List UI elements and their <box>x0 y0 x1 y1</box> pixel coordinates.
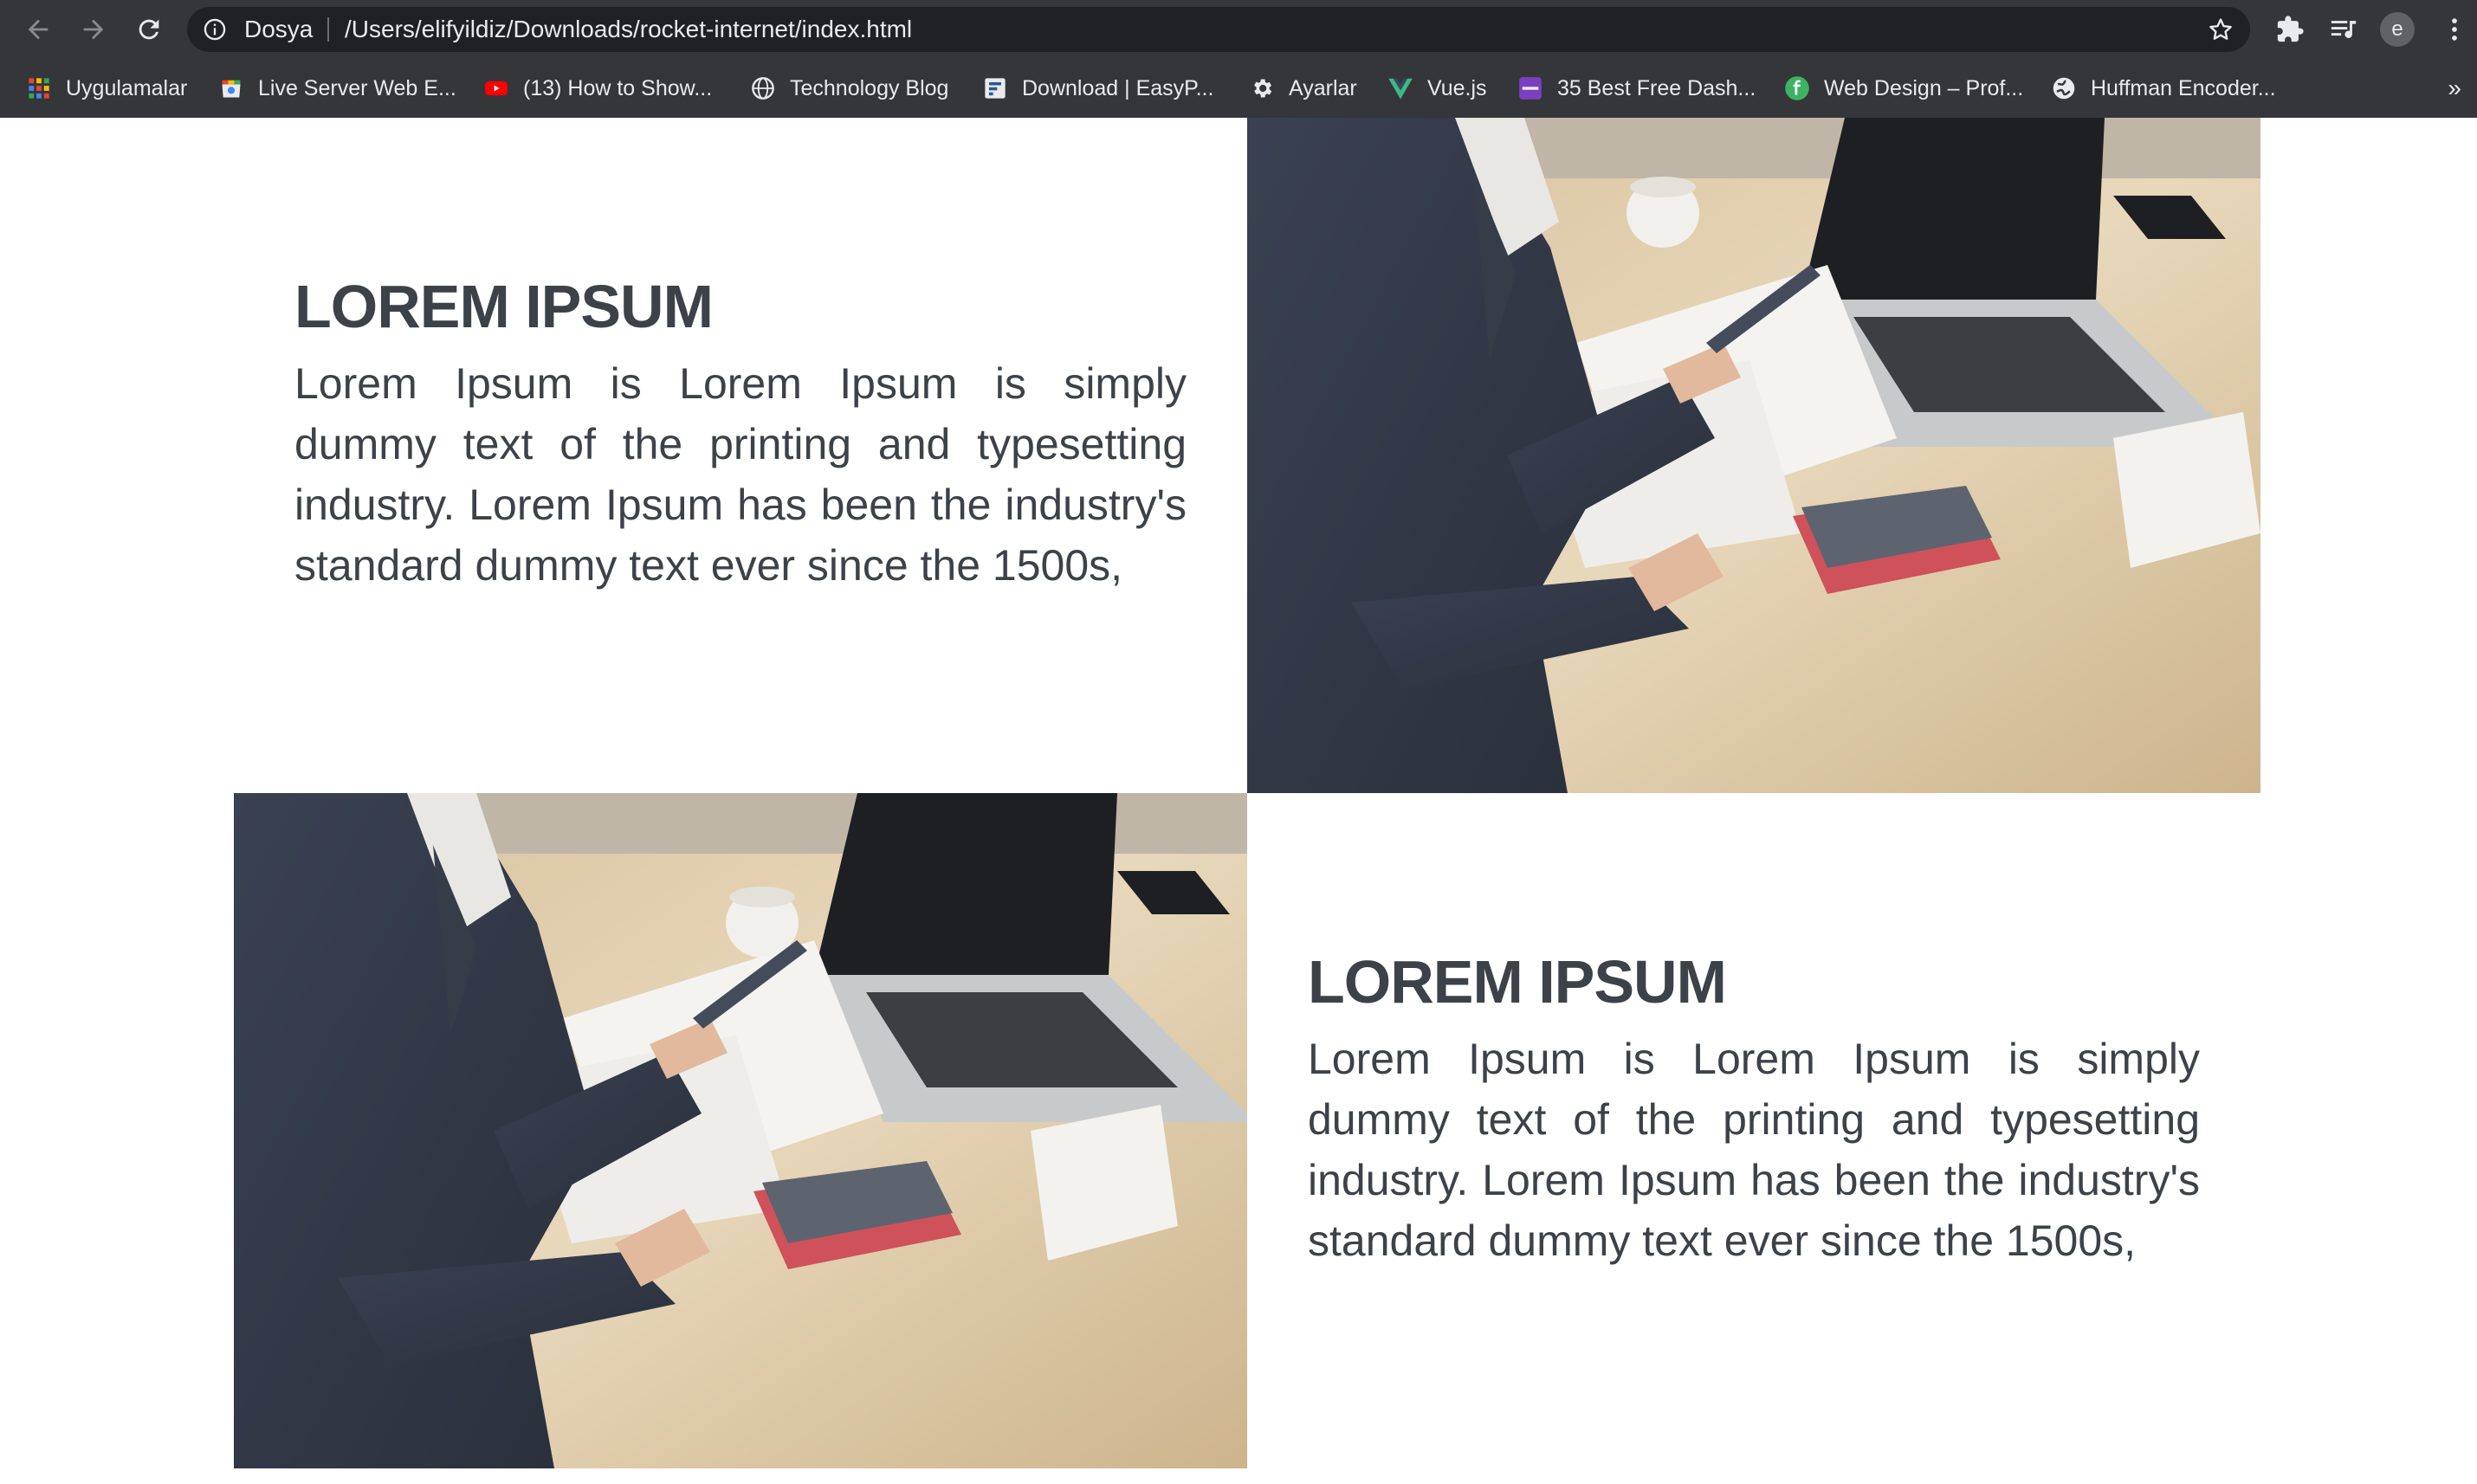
browser-chrome: Dosya /Users/elifyildiz/Downloads/rocket… <box>0 0 2477 118</box>
bookmark-label: Vue.js <box>1427 75 1487 100</box>
bookmark-settings[interactable]: Ayarlar <box>1249 59 1357 118</box>
vue-icon <box>1387 75 1413 101</box>
reload-icon <box>139 19 159 40</box>
bookmark-web-design[interactable]: Web Design – Prof... <box>1784 59 2023 118</box>
page-content: LOREM IPSUM Lorem Ipsum is Lorem Ipsum i… <box>0 118 2477 1484</box>
globe-icon <box>2051 75 2077 101</box>
menu-button[interactable] <box>2437 12 2472 47</box>
browser-toolbar: Dosya /Users/elifyildiz/Downloads/rocket… <box>0 0 2477 59</box>
url-separator <box>327 17 329 42</box>
store-icon <box>218 75 244 101</box>
section-heading: LOREM IPSUM <box>1308 948 1727 1016</box>
section-paragraph: Lorem Ipsum is Lorem Ipsum is simply dum… <box>1308 1035 2200 1265</box>
forward-icon <box>83 19 104 40</box>
menu-icon <box>2452 18 2457 41</box>
url-scheme-label: Dosya <box>244 16 314 42</box>
media-icon <box>2331 21 2357 38</box>
bookmark-label: Ayarlar <box>1289 75 1357 100</box>
apps-grid-icon <box>26 75 52 101</box>
bookmark-youtube[interactable]: (13) How to Show... <box>483 59 712 118</box>
bookmark-label: Uygulamalar <box>66 75 188 100</box>
bookmark-label: Download | EasyP... <box>1022 75 1214 100</box>
star-icon[interactable] <box>2207 16 2234 43</box>
bookmark-apps[interactable]: Uygulamalar <box>26 59 187 118</box>
bookmark-label: Huffman Encoder... <box>2091 75 2276 100</box>
url-text[interactable]: /Users/elifyildiz/Downloads/rocket-inter… <box>345 7 912 52</box>
section-paragraph: Lorem Ipsum is Lorem Ipsum is simply dum… <box>294 359 1187 590</box>
office-desk-photo <box>234 793 1247 1468</box>
bookmark-huffman[interactable]: Huffman Encoder... <box>2051 59 2276 118</box>
bookmark-label: Live Server Web E... <box>258 75 456 100</box>
bookmark-label: 35 Best Free Dash... <box>1557 75 1756 100</box>
forward-button[interactable] <box>73 9 114 50</box>
media-button[interactable] <box>2326 12 2361 47</box>
bookmarks-bar: Uygulamalar Live Server Web E... (13) Ho… <box>0 59 2477 118</box>
bookmark-label: (13) How to Show... <box>523 75 713 100</box>
globe-icon <box>750 75 776 101</box>
back-icon <box>28 19 49 40</box>
profile-avatar[interactable]: e <box>2380 12 2415 47</box>
bookmark-technology-blog[interactable]: Technology Blog <box>750 59 948 118</box>
section-2-text: LOREM IPSUM Lorem Ipsum is Lorem Ipsum i… <box>1308 947 2200 1271</box>
section-heading: LOREM IPSUM <box>294 273 714 340</box>
bookmark-dashboards[interactable]: 35 Best Free Dash... <box>1517 59 1756 118</box>
bookmark-label: Web Design – Prof... <box>1824 75 2024 100</box>
section-1-text: LOREM IPSUM Lorem Ipsum is Lorem Ipsum i… <box>294 272 1187 596</box>
colorlib-icon <box>1517 75 1543 101</box>
reload-button[interactable] <box>128 9 170 50</box>
extensions-button[interactable] <box>2273 12 2307 47</box>
bookmark-vue[interactable]: Vue.js <box>1387 59 1487 118</box>
bookmark-easyp[interactable]: Download | EasyP... <box>982 59 1213 118</box>
bookmark-live-server[interactable]: Live Server Web E... <box>218 59 456 118</box>
youtube-icon <box>483 75 509 101</box>
freelancer-icon <box>1784 75 1810 101</box>
bookmarks-overflow-button[interactable]: » <box>2448 59 2461 118</box>
back-button[interactable] <box>17 9 59 50</box>
info-icon[interactable] <box>203 17 227 42</box>
gear-icon <box>1249 75 1275 101</box>
office-desk-photo <box>1247 118 2260 793</box>
easyp-icon <box>982 75 1008 101</box>
address-bar[interactable]: Dosya /Users/elifyildiz/Downloads/rocket… <box>187 7 2250 52</box>
bookmark-label: Technology Blog <box>790 75 949 100</box>
extensions-icon <box>2277 16 2304 42</box>
